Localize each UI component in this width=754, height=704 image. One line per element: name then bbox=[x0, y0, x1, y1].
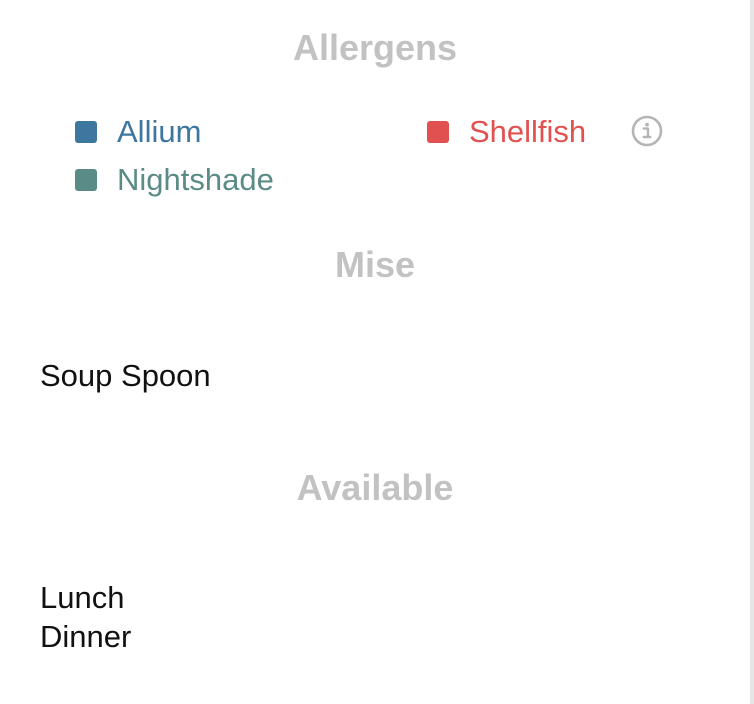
allergen-label: Allium bbox=[117, 114, 202, 149]
available-item-dinner: Dinner bbox=[40, 619, 132, 654]
available-item-lunch: Lunch bbox=[40, 580, 125, 615]
allergen-item-allium: Allium bbox=[75, 116, 201, 147]
scrollbar-edge bbox=[750, 0, 754, 704]
nightshade-color-swatch bbox=[75, 168, 97, 191]
allergen-item-shellfish: Shellfish bbox=[427, 116, 586, 147]
available-heading: Available bbox=[296, 467, 454, 508]
available-list: Lunch Dinner bbox=[40, 578, 131, 656]
info-circle-icon[interactable] bbox=[631, 115, 663, 147]
allergen-label: Shellfish bbox=[469, 114, 587, 149]
allergen-label: Nightshade bbox=[117, 162, 274, 197]
shellfish-color-swatch bbox=[427, 120, 449, 143]
allergens-heading: Allergens bbox=[292, 27, 458, 68]
mise-heading: Mise bbox=[334, 244, 416, 285]
mise-item: Soup Spoon bbox=[40, 358, 211, 393]
allium-color-swatch bbox=[75, 120, 97, 143]
allergen-item-nightshade: Nightshade bbox=[75, 164, 274, 195]
